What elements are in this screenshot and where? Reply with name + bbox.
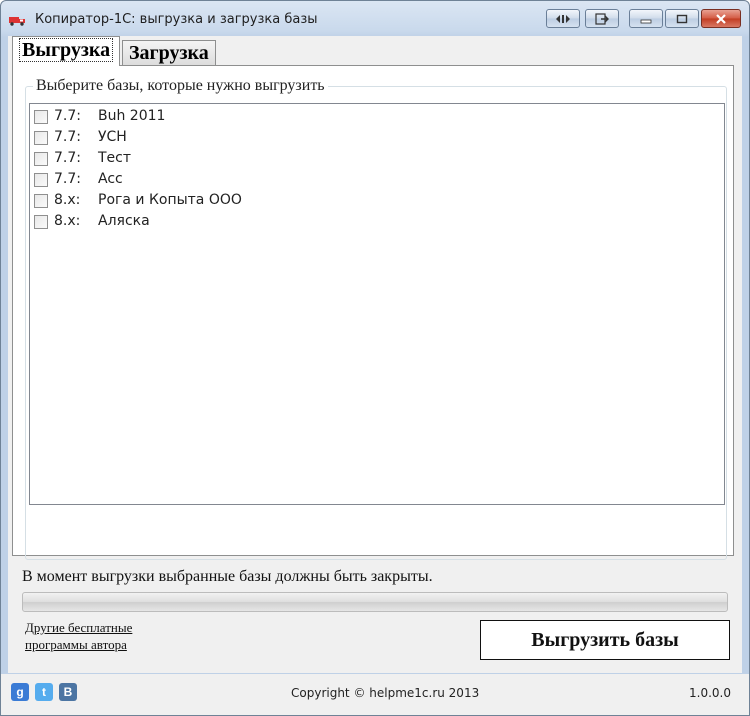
database-name: Аляска (98, 213, 150, 229)
database-checkbox[interactable] (34, 173, 48, 187)
database-checkbox[interactable] (34, 194, 48, 208)
database-name: Рога и Копыта ООО (98, 192, 242, 208)
twitter-icon[interactable]: t (35, 683, 53, 701)
database-name: Acc (98, 171, 123, 187)
database-name: УСН (98, 129, 127, 145)
close-databases-notice: В момент выгрузки выбранные базы должны … (22, 568, 433, 585)
resize-arrows-icon (556, 14, 570, 23)
database-list[interactable]: 7.7: Buh 2011 7.7: УСН 7.7: Тест 7.7: Ac… (29, 103, 725, 505)
database-version: 7.7: (54, 171, 81, 187)
tab-import-label: Загрузка (129, 42, 209, 64)
database-version: 7.7: (54, 150, 81, 166)
database-version: 8.x: (54, 213, 81, 229)
tab-import[interactable]: Загрузка (122, 40, 216, 66)
title-bar[interactable]: Копиратор-1С: выгрузка и загрузка базы (1, 1, 749, 35)
export-icon (595, 12, 609, 25)
database-checkbox[interactable] (34, 152, 48, 166)
window-title: Копиратор-1С: выгрузка и загрузка базы (35, 12, 318, 27)
copyright-text: Copyright © helpme1c.ru 2013 (291, 686, 480, 700)
tab-export[interactable]: Выгрузка (12, 36, 121, 66)
main-client-area: Выгрузка Загрузка Выберите базы, которые… (8, 36, 742, 673)
database-checkbox[interactable] (34, 215, 48, 229)
database-name: Тест (98, 150, 132, 166)
export-progress-bar (22, 592, 728, 612)
export-databases-button[interactable]: Выгрузить базы (480, 620, 730, 660)
google-plus-icon[interactable]: g (11, 683, 29, 701)
database-version: 8.x: (54, 192, 81, 208)
database-checkbox[interactable] (34, 131, 48, 145)
close-button[interactable] (701, 9, 741, 28)
close-icon (716, 13, 726, 24)
database-checkbox[interactable] (34, 110, 48, 124)
minimize-icon (640, 19, 652, 23)
database-group-label: Выберите базы, которые нужно выгрузить (33, 77, 328, 95)
minimize-button[interactable] (629, 9, 663, 28)
truck-icon (9, 13, 27, 26)
export-tab-panel: Выберите базы, которые нужно выгрузить 7… (12, 65, 734, 560)
database-name: Buh 2011 (98, 108, 166, 124)
export-window-button[interactable] (585, 9, 619, 28)
author-programs-link-line2[interactable]: программы автора (25, 637, 127, 653)
app-version: 1.0.0.0 (689, 686, 731, 700)
maximize-icon (676, 14, 688, 23)
maximize-button[interactable] (665, 9, 699, 28)
database-version: 7.7: (54, 129, 81, 145)
tab-export-label: Выгрузка (19, 38, 114, 62)
status-bar: g t B Copyright © helpme1c.ru 2013 1.0.0… (1, 674, 749, 715)
app-window: Копиратор-1С: выгрузка и загрузка базы В… (0, 0, 750, 716)
author-programs-link-line1[interactable]: Другие бесплатные (25, 620, 132, 636)
resize-arrows-button[interactable] (546, 9, 580, 28)
database-version: 7.7: (54, 108, 81, 124)
vk-icon[interactable]: B (59, 683, 77, 701)
